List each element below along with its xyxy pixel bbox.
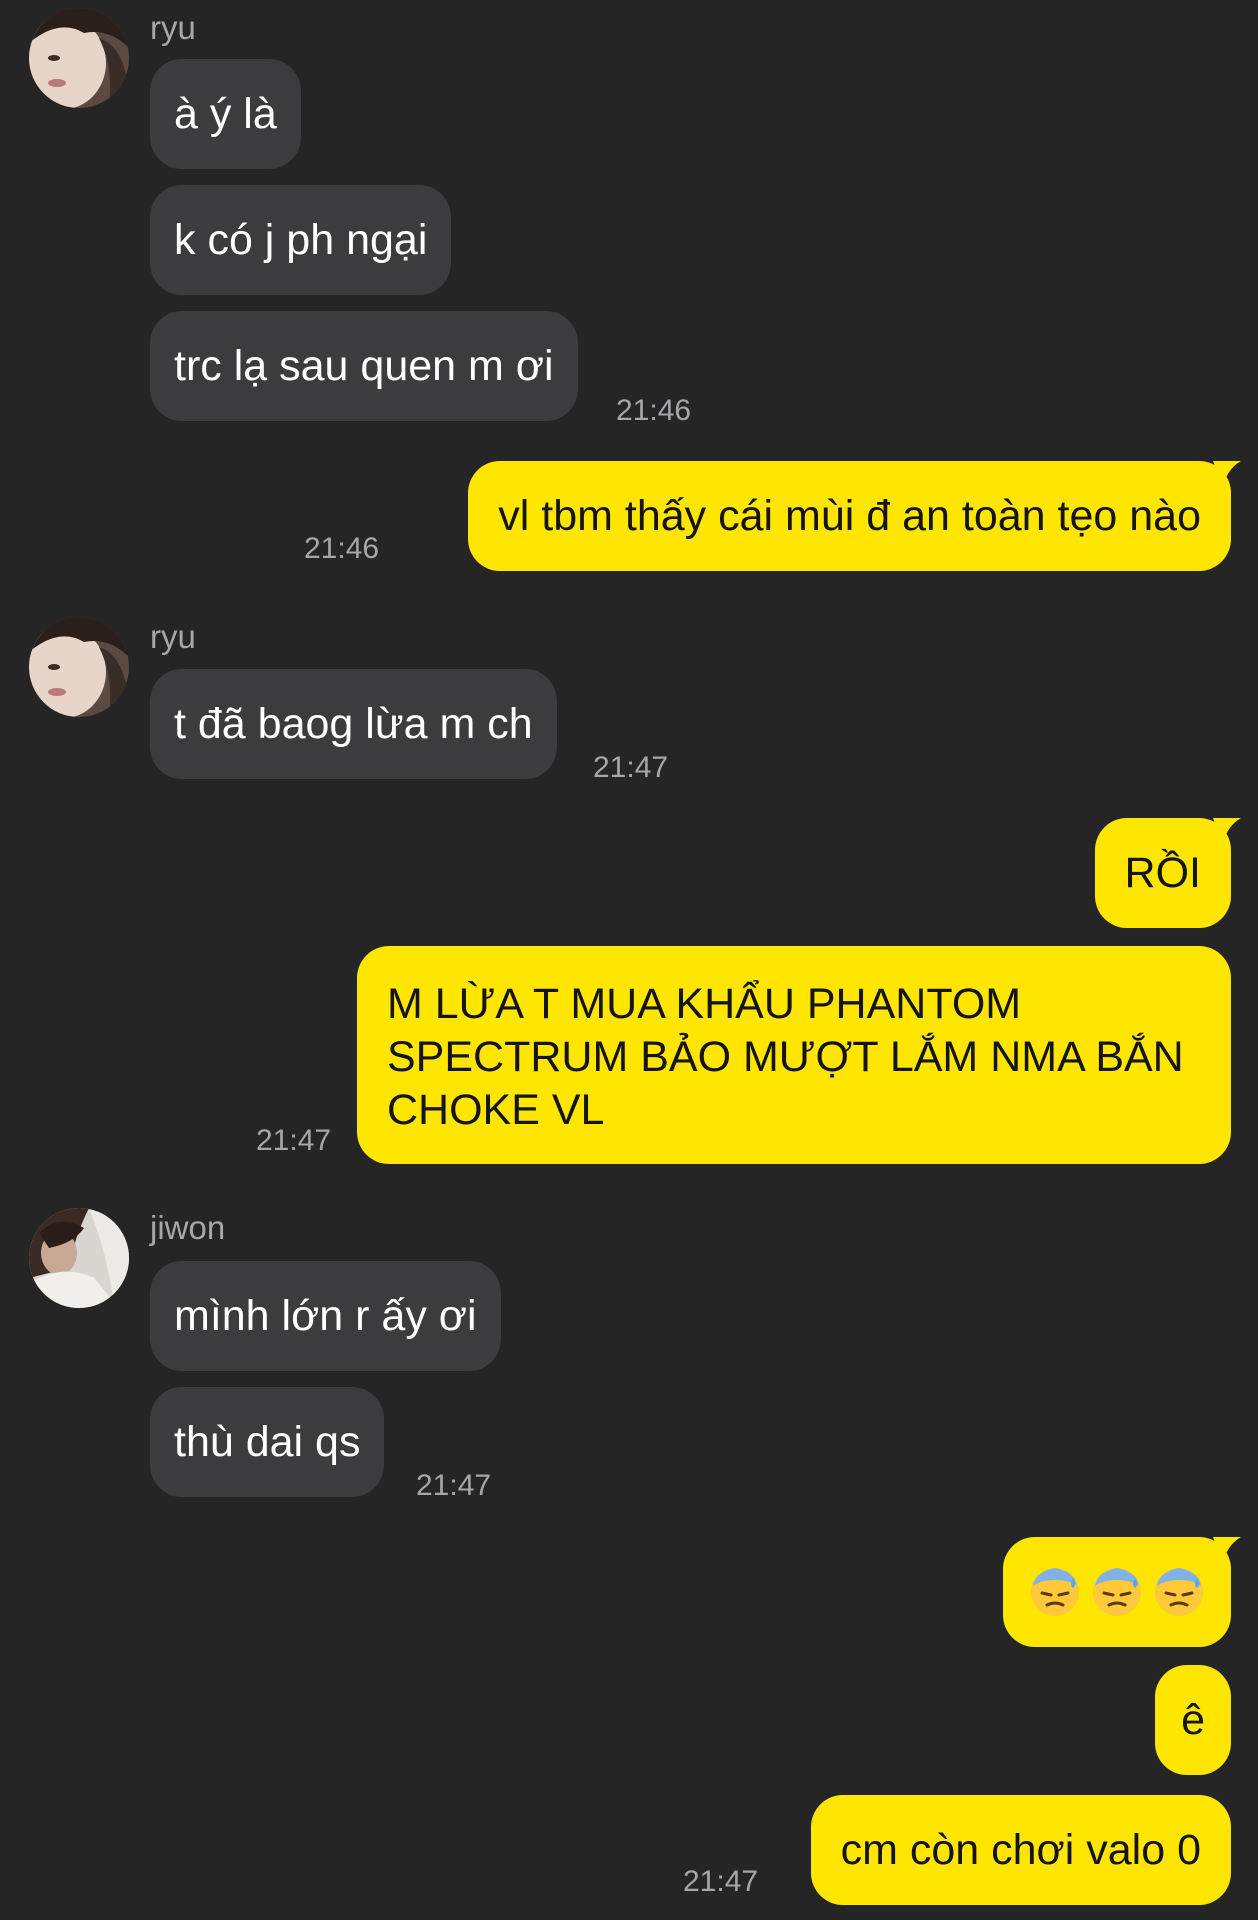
incoming-message-bubble[interactable]: k có j ph ngại — [150, 185, 452, 295]
avatar-photo-jiwon — [29, 1208, 129, 1308]
incoming-message-bubble[interactable]: mình lớn r ấy ơi — [150, 1261, 501, 1371]
message-timestamp: 21:47 — [683, 1865, 759, 1898]
message-timestamp: 21:46 — [304, 532, 380, 565]
incoming-message-bubble[interactable]: trc lạ sau quen m ơi — [150, 311, 578, 421]
emoji-group — [1029, 1566, 1205, 1618]
downcast-face-with-sweat-icon — [1155, 1568, 1203, 1616]
incoming-message-bubble[interactable]: t đã baog lừa m ch — [150, 669, 557, 779]
incoming-message-bubble[interactable]: thù dai qs — [150, 1387, 385, 1497]
incoming-message-bubble[interactable]: à ý là — [150, 59, 301, 169]
message-text: trc lạ sau quen m ơi — [174, 342, 554, 390]
sender-name-ryu: ryu — [150, 618, 196, 655]
downcast-face-with-sweat-icon — [1031, 1568, 1079, 1616]
avatar-jiwon[interactable] — [29, 1208, 129, 1308]
sender-name-jiwon: jiwon — [150, 1209, 226, 1246]
avatar-ryu[interactable] — [29, 8, 129, 108]
downcast-face-with-sweat-icon — [1093, 1568, 1141, 1616]
bubble-tail — [1213, 1537, 1241, 1563]
outgoing-message-bubble[interactable]: RỒI — [1094, 818, 1241, 928]
message-text: M LỪA T MUA KHẨU PHANTOM SPECTRUM BẢO MƯ… — [387, 980, 1184, 1134]
sender-name-ryu: ryu — [150, 9, 196, 46]
message-text: à ý là — [174, 90, 277, 138]
message-text: k có j ph ngại — [174, 216, 428, 264]
outgoing-message-bubble[interactable]: ê — [1155, 1665, 1231, 1775]
message-text: vl tbm thấy cái mùi đ an toàn tẹo nào — [498, 492, 1201, 540]
avatar-ryu[interactable] — [29, 617, 129, 717]
message-text: t đã baog lừa m ch — [174, 700, 533, 748]
message-text: cm còn chơi valo 0 — [840, 1826, 1201, 1874]
message-text: thù dai qs — [174, 1418, 361, 1466]
message-text: mình lớn r ấy ơi — [174, 1292, 477, 1340]
outgoing-message-bubble[interactable]: M LỪA T MUA KHẨU PHANTOM SPECTRUM BẢO MƯ… — [357, 946, 1231, 1164]
message-timestamp: 21:47 — [416, 1469, 492, 1502]
outgoing-message-bubble[interactable]: cm còn chơi valo 0 — [810, 1795, 1231, 1905]
avatar-photo-ryu — [29, 617, 129, 717]
avatar-photo-ryu — [29, 8, 129, 108]
message-text: RỒI — [1124, 849, 1201, 897]
outgoing-message-bubble[interactable]: vl tbm thấy cái mùi đ an toàn tẹo nào — [468, 461, 1241, 571]
message-timestamp: 21:47 — [256, 1124, 332, 1157]
bubble-tail — [1213, 818, 1241, 844]
bubble-tail — [1213, 461, 1241, 487]
message-text: ê — [1181, 1696, 1205, 1744]
outgoing-emoji-bubble[interactable] — [1003, 1537, 1241, 1647]
message-timestamp: 21:46 — [616, 394, 692, 427]
message-timestamp: 21:47 — [593, 751, 669, 784]
